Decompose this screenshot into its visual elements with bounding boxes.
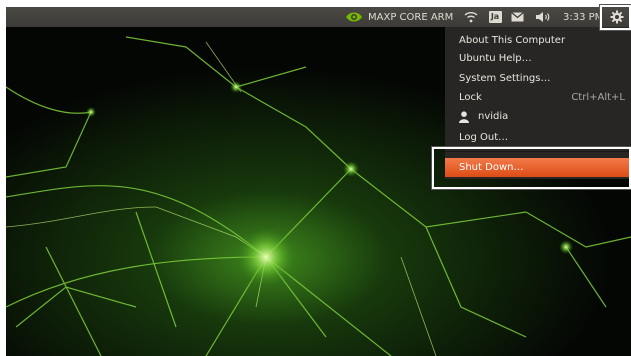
menu-item-label: nvidia xyxy=(478,111,509,122)
user-icon xyxy=(459,110,469,123)
menu-item-label: System Settings… xyxy=(459,73,551,84)
wifi-icon[interactable] xyxy=(464,7,480,27)
menu-item-label: Shut Down… xyxy=(459,162,524,173)
menu-item-user[interactable]: nvidia xyxy=(445,107,631,126)
menu-item-about[interactable]: About This Computer xyxy=(445,31,631,50)
app-indicator-label[interactable]: MAXP CORE ARM xyxy=(368,7,453,27)
menu-item-system-settings[interactable]: System Settings… xyxy=(445,69,631,88)
menu-item-shutdown[interactable]: Shut Down… xyxy=(445,158,631,177)
session-menu: About This Computer Ubuntu Help… System … xyxy=(445,27,631,179)
menu-item-label: Log Out… xyxy=(459,132,509,143)
top-panel: MAXP CORE ARM Ja 3:33 PM xyxy=(6,7,631,27)
menu-item-label: About This Computer xyxy=(459,35,566,46)
menu-item-label: Lock xyxy=(459,92,482,103)
mail-icon[interactable] xyxy=(511,7,527,27)
keyboard-layout-label: Ja xyxy=(488,11,502,23)
menu-item-logout[interactable]: Log Out… xyxy=(445,128,631,147)
menu-item-lock[interactable]: Lock Ctrl+Alt+L xyxy=(445,88,631,107)
nvidia-icon[interactable] xyxy=(345,7,365,27)
menu-separator xyxy=(445,151,631,152)
lock-shortcut: Ctrl+Alt+L xyxy=(571,92,625,103)
menu-item-label: Ubuntu Help… xyxy=(459,53,532,64)
keyboard-layout-indicator[interactable]: Ja xyxy=(488,7,502,27)
volume-icon[interactable] xyxy=(535,7,555,27)
clock[interactable]: 3:33 PM xyxy=(563,7,599,27)
gear-icon[interactable] xyxy=(604,7,630,27)
menu-item-help[interactable]: Ubuntu Help… xyxy=(445,49,631,68)
desktop: MAXP CORE ARM Ja 3:33 PM About This Comp… xyxy=(6,7,631,356)
